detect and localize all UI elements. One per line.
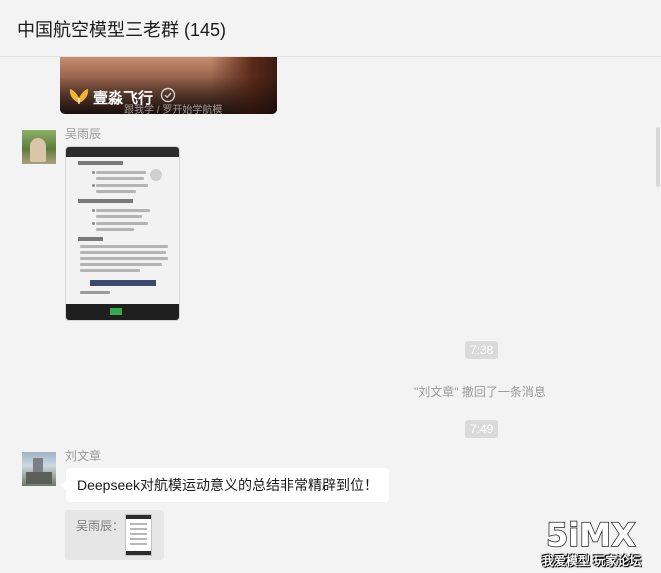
phone-text-line	[96, 184, 148, 187]
phone-text-line	[96, 171, 146, 174]
bullet-dot	[92, 222, 95, 225]
phone-bottom-bar	[66, 304, 179, 320]
bullet-dot	[92, 171, 95, 174]
quote-author: 吴雨辰：	[76, 519, 125, 533]
watermark-tagline: 我爱模型 玩家论坛	[542, 554, 642, 568]
phone-text-heading	[78, 161, 123, 165]
thumb-line	[130, 543, 147, 545]
phone-text-line	[96, 222, 148, 225]
thumb-line	[130, 538, 147, 540]
watermark-logo-text: 5iMX	[546, 516, 636, 550]
bullet-dot	[92, 209, 95, 212]
phone-text-line	[80, 269, 140, 272]
play-icon	[150, 169, 162, 181]
image-message[interactable]	[65, 146, 180, 321]
phone-text-line	[80, 263, 162, 266]
phone-text-line	[96, 215, 142, 218]
phone-status-bar	[66, 147, 179, 157]
shared-video-card[interactable]: 壹淼飞行 跟我学 / 罗开始学航模	[60, 57, 277, 114]
avatar[interactable]	[22, 130, 56, 164]
thumb-line	[130, 523, 147, 525]
butterfly-logo-icon	[69, 89, 89, 104]
chat-title[interactable]: 中国航空模型三老群 (145)	[17, 16, 226, 42]
chat-header: 中国航空模型三老群 (145)	[0, 0, 661, 57]
message-bubble[interactable]: Deepseek对航模运动意义的总结非常精辟到位！	[60, 468, 390, 502]
phone-text-line	[96, 177, 144, 180]
recall-notice: "刘文章" 撤回了一条消息	[414, 385, 546, 399]
phone-text-line	[80, 245, 168, 248]
phone-green-button	[110, 308, 122, 315]
phone-text-line	[96, 190, 136, 193]
avatar-building	[26, 472, 52, 484]
phone-banner	[90, 280, 156, 286]
phone-text-line	[96, 209, 150, 212]
avatar[interactable]	[22, 452, 56, 486]
phone-text-line	[80, 251, 166, 254]
site-watermark: 5iMX 我爱模型 玩家论坛	[540, 514, 655, 570]
scrollbar[interactable]	[655, 57, 661, 573]
timestamp: 7:38	[465, 341, 499, 359]
quoted-message[interactable]: 吴雨辰：	[65, 510, 164, 560]
sender-name: 刘文章	[65, 449, 102, 463]
phone-text-heading	[78, 199, 133, 203]
bullet-dot	[92, 184, 95, 187]
avatar-figure	[30, 138, 46, 162]
phone-text-line	[80, 257, 168, 260]
watermark-logo: 5iMX	[545, 516, 637, 550]
sender-name: 吴雨辰	[65, 127, 102, 141]
phone-text-heading	[78, 237, 103, 241]
thumb-top-bar	[126, 515, 151, 519]
thumb-line	[130, 528, 147, 530]
scrollbar-thumb[interactable]	[656, 127, 660, 187]
thumb-line	[130, 533, 147, 535]
quote-image-thumbnail[interactable]	[125, 514, 152, 556]
timestamp: 7:49	[465, 420, 499, 438]
thumb-bottom-bar	[126, 551, 151, 555]
phone-text-line	[96, 228, 134, 231]
video-caption: 跟我学 / 罗开始学航模	[124, 105, 223, 114]
phone-text-line	[80, 291, 110, 294]
